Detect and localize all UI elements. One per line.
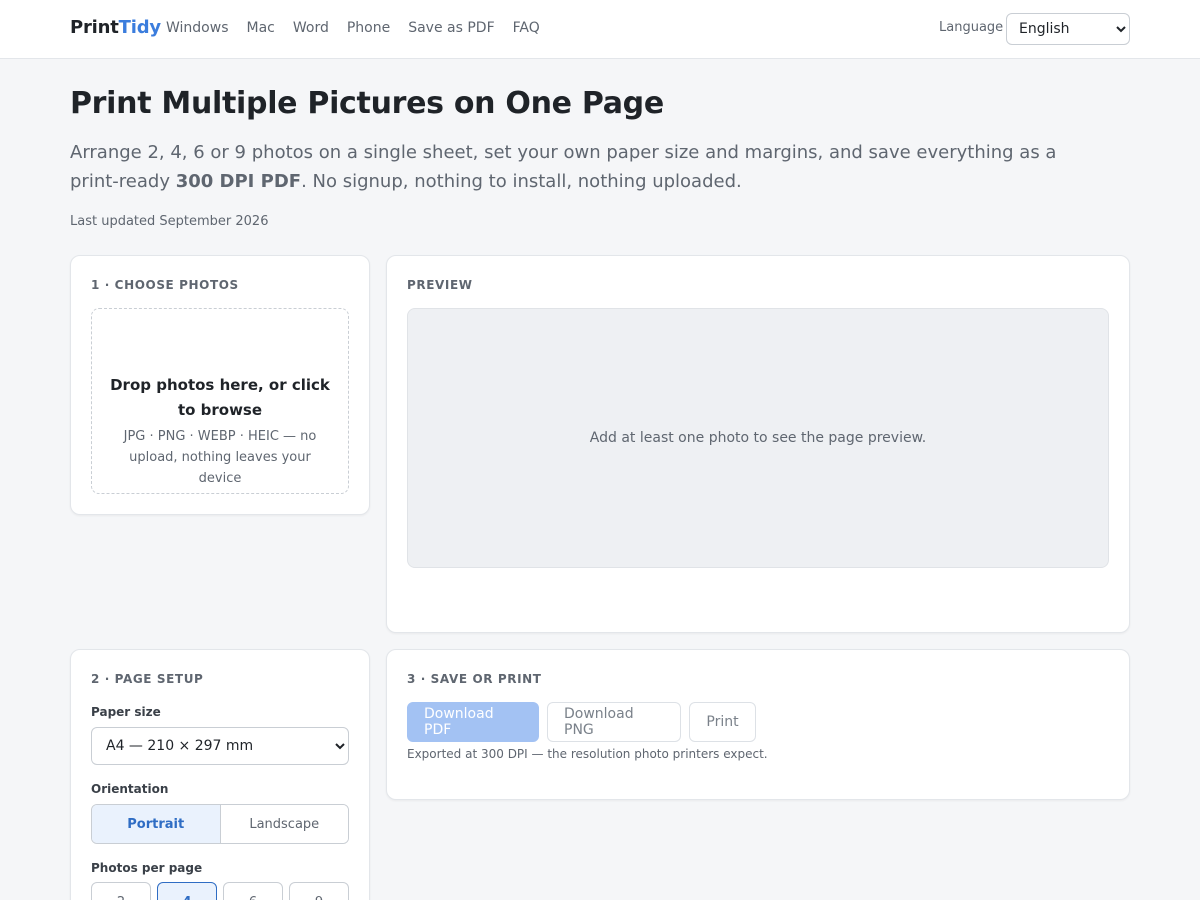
print-button[interactable]: Print <box>689 702 756 742</box>
photo-dropzone[interactable]: Drop photos here, or click to browse JPG… <box>91 308 349 494</box>
per-page-option-2[interactable]: 2 <box>91 882 151 900</box>
per-page-option-6[interactable]: 6 <box>223 882 283 900</box>
dropzone-title: Drop photos here, or click to browse <box>110 376 330 419</box>
download-pdf-button[interactable]: Download PDF <box>407 702 539 742</box>
save-print-card: 3 · SAVE OR PRINT Download PDF Download … <box>386 649 1130 800</box>
brand-name-part1: Print <box>70 17 119 38</box>
orientation-portrait[interactable]: Portrait <box>92 805 220 843</box>
save-print-heading: 3 · SAVE OR PRINT <box>407 672 542 686</box>
per-page-option-4[interactable]: 4 <box>157 882 217 900</box>
download-png-button[interactable]: Download PNG <box>547 702 681 742</box>
nav-link-mac[interactable]: Mac <box>247 20 275 36</box>
nav-link-faq[interactable]: FAQ <box>513 20 540 36</box>
preview-empty-message: Add at least one photo to see the page p… <box>589 430 927 446</box>
page-setup-card: 2 · PAGE SETUP Paper size A4 — 210 × 297… <box>70 649 370 900</box>
paper-size-select[interactable]: A4 — 210 × 297 mm <box>91 727 349 765</box>
nav-link-phone[interactable]: Phone <box>347 20 390 36</box>
nav-link-windows[interactable]: Windows <box>166 20 229 36</box>
export-buttons: Download PDF Download PNG Print <box>407 702 756 742</box>
dropzone-subtitle: JPG · PNG · WEBP · HEIC — no upload, not… <box>123 429 317 486</box>
nav-link-save-as-pdf[interactable]: Save as PDF <box>408 20 494 36</box>
lead-text-suffix: . No signup, nothing to install, nothing… <box>301 171 742 192</box>
choose-photos-card: 1 · CHOOSE PHOTOS Drop photos here, or c… <box>70 255 370 515</box>
main-nav: Windows Mac Word Phone Save as PDF FAQ <box>166 20 558 36</box>
per-page-option-9[interactable]: 9 <box>289 882 349 900</box>
preview-canvas: Add at least one photo to see the page p… <box>407 308 1109 568</box>
preview-heading: PREVIEW <box>407 278 473 292</box>
photos-per-page-options: 2 4 6 9 <box>91 882 349 900</box>
lead-text-highlight: 300 DPI PDF <box>175 171 302 192</box>
orientation-label: Orientation <box>91 782 169 796</box>
preview-card: PREVIEW Add at least one photo to see th… <box>386 255 1130 633</box>
language-select[interactable]: English <box>1006 13 1130 45</box>
nav-link-word[interactable]: Word <box>293 20 329 36</box>
brand-name-part2: Tidy <box>118 17 161 38</box>
page-title: Print Multiple Pictures on One Page <box>70 86 664 121</box>
export-note: Exported at 300 DPI — the resolution pho… <box>407 747 768 761</box>
last-updated: Last updated September 2026 <box>70 214 269 229</box>
paper-size-label: Paper size <box>91 705 161 719</box>
language-label: Language <box>939 20 1004 35</box>
brand-logo[interactable]: PrintTidy <box>70 17 161 38</box>
photos-per-page-label: Photos per page <box>91 861 203 875</box>
choose-photos-heading: 1 · CHOOSE PHOTOS <box>91 278 239 292</box>
page-lead: Arrange 2, 4, 6 or 9 photos on a single … <box>70 138 1100 196</box>
orientation-landscape[interactable]: Landscape <box>219 805 348 843</box>
orientation-toggle: Portrait Landscape <box>91 804 349 844</box>
top-bar: PrintTidy Windows Mac Word Phone Save as… <box>0 0 1200 59</box>
page-setup-heading: 2 · PAGE SETUP <box>91 672 204 686</box>
